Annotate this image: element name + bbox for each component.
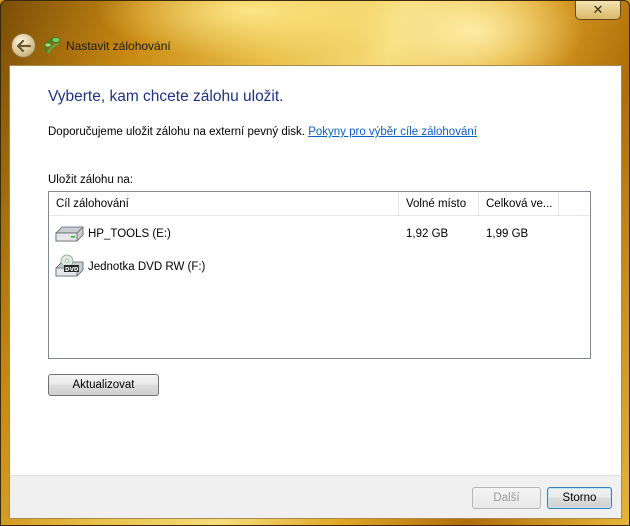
svg-text:DVD: DVD [65, 267, 79, 273]
wizard-footer: Další Storno [9, 475, 622, 519]
refresh-button[interactable]: Aktualizovat [48, 374, 159, 396]
dvd-drive-icon: DVD [55, 254, 84, 277]
column-header-destination[interactable]: Cíl zálohování [49, 192, 399, 216]
help-link[interactable]: Pokyny pro výběr cíle zálohování [308, 126, 477, 138]
next-button[interactable]: Další [472, 487, 541, 509]
close-button[interactable]: ✕ [575, 1, 621, 20]
recommendation-label: Doporučujeme uložit zálohu na externí pe… [48, 126, 305, 138]
list-header: Cíl zálohování Volné místo Celková ve... [49, 192, 590, 216]
destination-list[interactable]: Cíl zálohování Volné místo Celková ve...… [48, 191, 591, 359]
column-header-free-space[interactable]: Volné místo [399, 192, 479, 216]
drive-free-space: 1,92 GB [406, 228, 449, 240]
drive-name: Jednotka DVD RW (F:) [88, 261, 206, 273]
cancel-button[interactable]: Storno [547, 487, 612, 509]
column-header-total-size[interactable]: Celková ve... [479, 192, 559, 216]
list-item[interactable]: DVD Jednotka DVD RW (F:) [49, 252, 590, 282]
backup-wizard-window: ✕ Nastavit zálohování Vyberte, kam chcet… [0, 0, 630, 526]
recommendation-text: Doporučujeme uložit zálohu na externí pe… [48, 126, 477, 138]
back-arrow-icon [16, 39, 31, 52]
close-icon: ✕ [592, 2, 604, 17]
back-button[interactable] [11, 33, 36, 58]
drive-total-size: 1,99 GB [486, 228, 529, 240]
window-title: Nastavit zálohování [66, 39, 171, 53]
hard-drive-icon [55, 226, 84, 242]
page-heading: Vyberte, kam chcete zálohu uložit. [48, 88, 284, 105]
wizard-content: Vyberte, kam chcete zálohu uložit. Dopor… [9, 65, 622, 475]
drive-name: HP_TOOLS (E:) [88, 228, 171, 240]
backup-icon [44, 37, 61, 54]
save-to-label: Uložit zálohu na: [48, 174, 134, 186]
list-item[interactable]: HP_TOOLS (E:) 1,92 GB 1,99 GB [49, 219, 590, 249]
